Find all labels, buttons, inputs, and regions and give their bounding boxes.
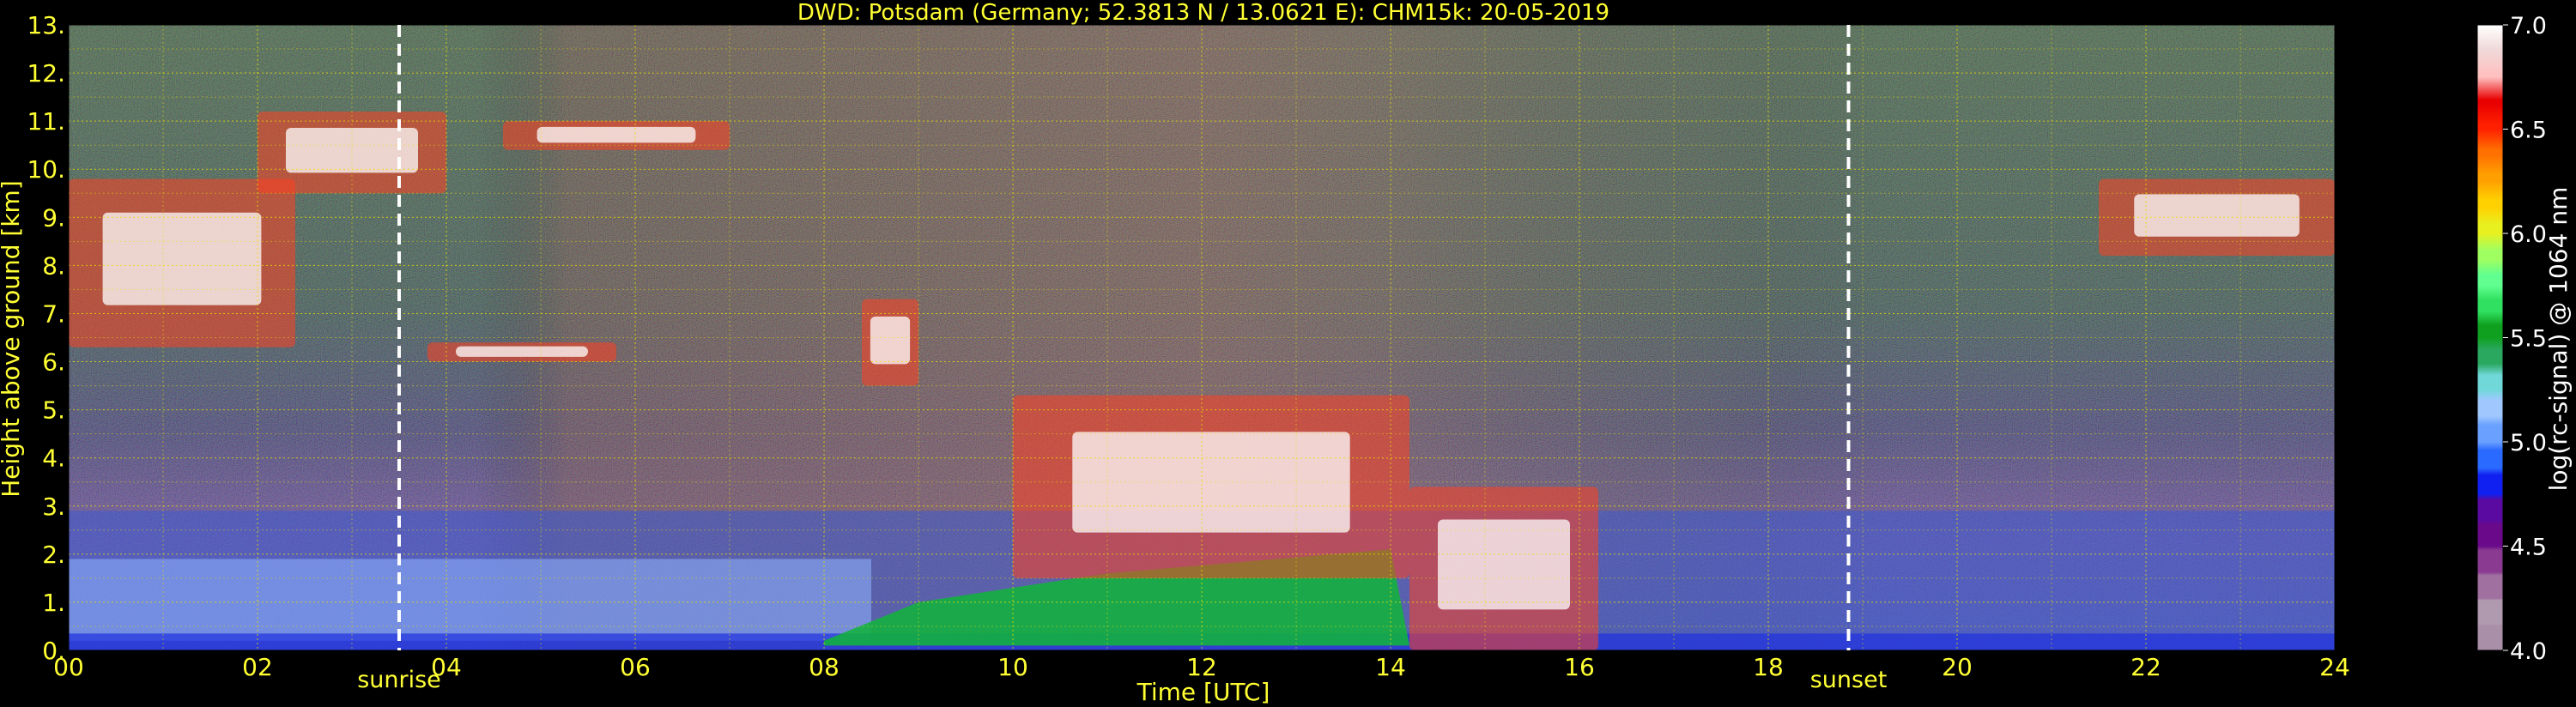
colorbar-tick-label: 6.5 [2510, 118, 2547, 144]
y-tick-label: 6. [42, 348, 65, 377]
x-tick-label: 08 [809, 653, 839, 681]
colorbar-tick-label: 6.0 [2510, 221, 2547, 248]
x-axis-label: Time [UTC] [1136, 678, 1270, 706]
y-tick-label: 11. [27, 107, 65, 136]
y-tick-label: 13. [27, 11, 65, 39]
x-tick-label: 16 [1564, 653, 1595, 681]
x-tick-label: 20 [1942, 653, 1973, 681]
x-tick-label: 22 [2131, 653, 2161, 681]
y-tick-label: 1. [42, 589, 65, 617]
cloud-core [2134, 194, 2300, 237]
x-tick-label: 04 [431, 653, 462, 681]
cloud-feature [862, 299, 918, 386]
y-axis-label: Height above ground [km] [0, 180, 25, 498]
y-tick-label: 0. [42, 637, 65, 665]
x-tick-label: 02 [242, 653, 273, 681]
cloud-core [536, 126, 696, 143]
residual-layer [69, 559, 871, 641]
y-tick-label: 2. [42, 541, 65, 569]
y-tick-label: 10. [27, 155, 65, 184]
x-tick-label: 06 [620, 653, 651, 681]
x-tick-label: 24 [2319, 653, 2350, 681]
y-tick-label: 8. [42, 251, 65, 280]
sunset-label: sunset [1810, 667, 1888, 693]
y-tick-label: 3. [42, 492, 65, 521]
colorbar-tick-label: 5.0 [2510, 430, 2547, 456]
cloud-feature [503, 121, 730, 150]
colorbar-tick-label: 7.0 [2510, 13, 2547, 39]
colorbar-tick-label: 5.5 [2510, 326, 2547, 353]
x-tick-label: 10 [997, 653, 1028, 681]
cloud-core [102, 212, 262, 305]
cloud-feature [427, 342, 616, 362]
cloud-core [1438, 519, 1570, 610]
colorbar-tick-label: 4.5 [2510, 535, 2547, 561]
y-tick-labels: 0. 1. 2. 3. 4. 5. 6. 7. 8. 9. 10. 11. 12. 13. [27, 11, 65, 665]
cloud-feature [1409, 486, 1598, 650]
colorbar-tick-label: 4.0 [2510, 638, 2547, 665]
x-tick-label: 14 [1375, 653, 1406, 681]
colorbar-label: log(rc-signal) @ 1064 nm [2544, 187, 2573, 492]
y-tick-label: 12. [27, 59, 65, 88]
sunrise-label: sunrise [357, 667, 441, 693]
cloud-core [870, 316, 911, 365]
y-tick-label: 7. [42, 299, 65, 328]
colorbar: 4.0 4.5 5.0 5.5 6.0 6.5 7.0 [2476, 13, 2547, 665]
cloud-core [456, 346, 588, 357]
lidar-chart: DWD: Potsdam (Germany; 52.3813 N / 13.06… [0, 0, 2573, 706]
cloud-feature [69, 178, 295, 347]
y-tick-label: 9. [42, 203, 65, 232]
chart-title: DWD: Potsdam (Germany; 52.3813 N / 13.06… [797, 0, 1609, 26]
x-tick-label: 18 [1753, 653, 1784, 681]
y-tick-label: 4. [42, 444, 65, 473]
y-tick-label: 5. [42, 396, 65, 425]
colorbar-scale [2476, 24, 2504, 651]
cloud-feature [1013, 395, 1409, 578]
